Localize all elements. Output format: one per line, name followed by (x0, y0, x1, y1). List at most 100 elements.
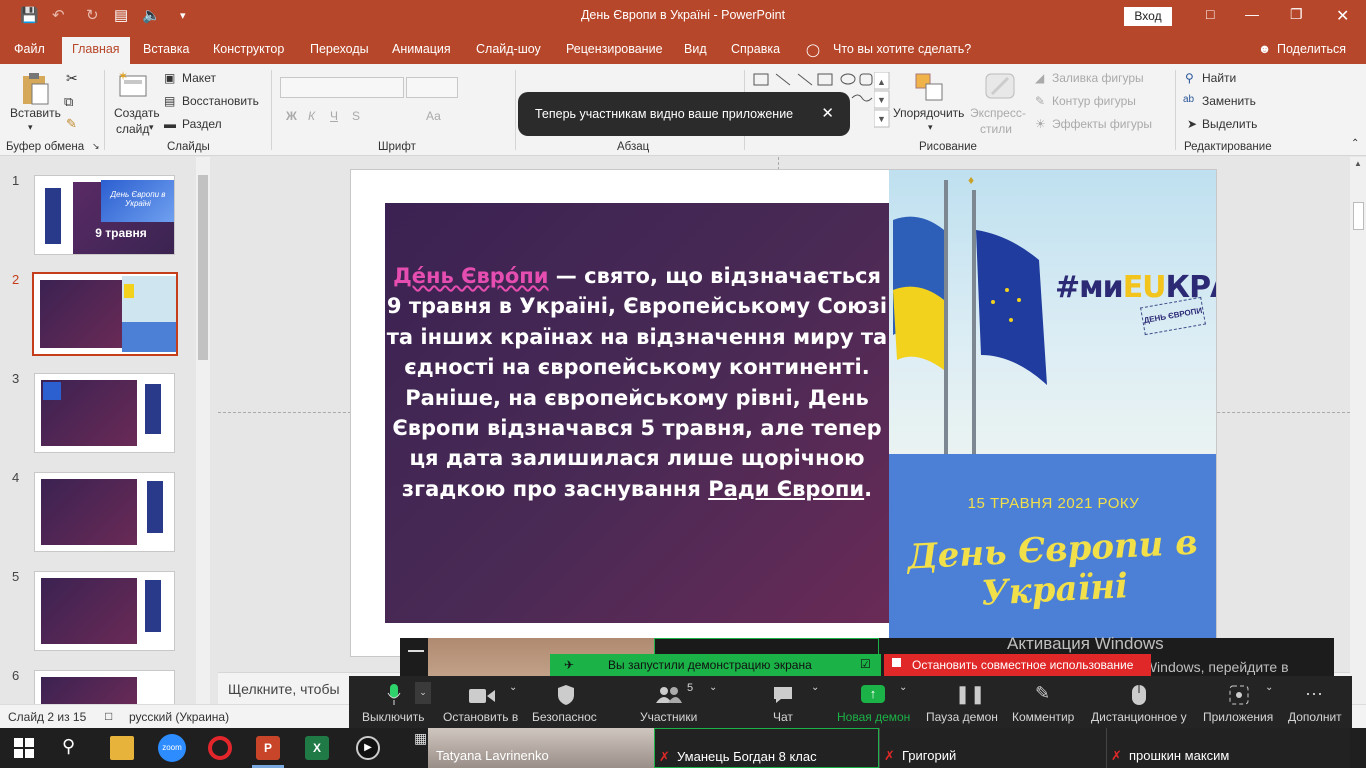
microphone-icon[interactable] (387, 684, 401, 706)
new-share-icon[interactable]: ↑ (861, 685, 885, 703)
spellcheck-icon[interactable]: □ (105, 709, 112, 723)
annotate-button[interactable]: Комментир (1012, 710, 1074, 724)
tab-view[interactable]: Вид (684, 42, 707, 56)
shape-effects-button[interactable]: Эффекты фигуры (1052, 117, 1152, 131)
thumbnails-scrollbar[interactable] (196, 157, 210, 704)
shapes-scroll[interactable]: ▲ ▼ ▼ (874, 72, 890, 128)
tab-insert[interactable]: Вставка (143, 42, 189, 56)
shape-fill-button[interactable]: Заливка фигуры (1052, 71, 1144, 85)
paste-label[interactable]: Вставить (10, 106, 61, 120)
underline-button[interactable]: Ч (330, 109, 338, 123)
toast-close-icon[interactable]: ✕ (821, 104, 834, 122)
quick-styles-label-1[interactable]: Экспресс- (970, 106, 1026, 120)
apps-button[interactable]: Приложения (1203, 710, 1273, 724)
layout-button[interactable]: Макет (182, 71, 216, 85)
minimize-video-icon[interactable] (408, 650, 424, 652)
new-share-button[interactable]: Новая демон (837, 710, 910, 724)
slide-text-box[interactable]: Де́нь Євро́пи — свято, що відзначається 9… (385, 203, 889, 623)
editor-scrollbar[interactable]: ▲ (1350, 157, 1366, 704)
shape-outline-button[interactable]: Контур фигуры (1052, 94, 1136, 108)
flags-photo[interactable]: ♦ #миEUКРАЇНА ДЕНЬ ЄВРОПИ (889, 170, 1216, 454)
restore-icon[interactable]: ❐ (1290, 6, 1303, 23)
participant-tile[interactable]: ▦ Tatyana Lavrinenko (414, 728, 654, 768)
participant-tile[interactable]: ✗ Григорий (879, 728, 1106, 768)
participant-tile[interactable]: ✗ Уманець Богдан 8 клас (654, 728, 879, 768)
remote-control-icon[interactable] (1131, 684, 1147, 706)
format-painter-icon[interactable]: ✎ (66, 116, 77, 132)
bold-button[interactable]: Ж (286, 109, 297, 123)
stop-video-button[interactable]: Остановить в (443, 710, 518, 724)
tab-file[interactable]: Файл (14, 42, 45, 56)
font-family-select[interactable] (280, 77, 404, 98)
tab-help[interactable]: Справка (731, 42, 780, 56)
new-slide-icon[interactable]: ✶ (118, 70, 150, 100)
slide-thumbnail-6[interactable] (34, 670, 175, 706)
italic-button[interactable]: К (308, 109, 315, 123)
paste-icon[interactable] (20, 70, 50, 106)
ribbon-display-icon[interactable]: □ (1206, 6, 1214, 22)
zoom-app-icon[interactable]: zoom (158, 734, 186, 762)
apps-icon[interactable] (1229, 685, 1249, 705)
participants-options-icon[interactable]: ⌄ (709, 682, 717, 693)
section-button[interactable]: Раздел (182, 117, 222, 131)
stop-share-button[interactable]: Остановить совместное использование (884, 654, 1151, 676)
paste-dropdown-icon[interactable]: ▾ (28, 122, 33, 133)
excel-icon[interactable]: X (305, 736, 329, 760)
close-icon[interactable]: ✕ (1336, 6, 1349, 26)
annotate-icon[interactable]: ✎ (1035, 683, 1050, 704)
share-options-icon[interactable]: ⌄ (899, 682, 907, 693)
chat-options-icon[interactable]: ⌄ (811, 682, 819, 693)
share-button[interactable]: Поделиться (1277, 42, 1346, 56)
slide-thumbnail-5[interactable] (34, 571, 175, 651)
tab-animations[interactable]: Анимация (392, 42, 451, 56)
tab-design[interactable]: Конструктор (213, 42, 284, 56)
media-player-icon[interactable]: ▶ (356, 736, 380, 760)
pause-share-button[interactable]: Пауза демон (926, 710, 998, 724)
collapse-ribbon-icon[interactable]: ⌃ (1351, 138, 1359, 149)
chat-icon[interactable] (772, 686, 794, 704)
tell-me-search[interactable]: Что вы хотите сделать? (833, 42, 971, 56)
slide-thumbnail-4[interactable] (34, 472, 175, 552)
tab-home[interactable]: Главная (62, 37, 130, 64)
slide-thumbnail-3[interactable] (34, 373, 175, 453)
participant-tile[interactable]: ✗ прошкин максим (1106, 728, 1350, 768)
login-button[interactable]: Вход (1124, 7, 1172, 26)
mic-options-icon[interactable]: ⌄ (415, 682, 431, 704)
slide-thumbnail-2[interactable] (32, 272, 178, 356)
tab-slideshow[interactable]: Слайд-шоу (476, 42, 541, 56)
clipboard-launcher-icon[interactable]: ↘ (92, 141, 100, 152)
notes-placeholder[interactable]: Щелкните, чтобы (228, 681, 340, 697)
language-status[interactable]: русский (Украина) (129, 710, 229, 724)
banner-image[interactable]: 15 ТРАВНЯ 2021 РОКУ День Європи в Україн… (889, 454, 1216, 656)
select-button[interactable]: Выделить (1202, 117, 1257, 131)
apps-options-icon[interactable]: ⌄ (1265, 682, 1273, 693)
powerpoint-icon[interactable]: P (256, 736, 280, 760)
shield-icon[interactable] (557, 684, 575, 706)
tab-transitions[interactable]: Переходы (310, 42, 369, 56)
grid-icon[interactable]: ▦ (414, 730, 427, 747)
cut-icon[interactable]: ✂ (66, 70, 78, 87)
mute-button[interactable]: Выключить (362, 710, 424, 724)
pause-icon[interactable]: ❚❚ (955, 684, 985, 705)
arrange-button[interactable]: Упорядочить (893, 106, 964, 120)
windows-start-icon[interactable] (12, 736, 36, 760)
more-icon[interactable]: ⋯ (1305, 684, 1323, 705)
copy-icon[interactable]: ⧉ (64, 94, 73, 110)
more-button[interactable]: Дополнит (1288, 710, 1342, 724)
quick-styles-icon[interactable] (984, 72, 1018, 102)
file-explorer-icon[interactable] (110, 736, 134, 760)
arrange-icon[interactable] (914, 72, 946, 102)
participants-button[interactable]: Участники (640, 710, 697, 724)
remote-control-button[interactable]: Дистанционное у (1091, 710, 1187, 724)
security-button[interactable]: Безопаснос (532, 710, 597, 724)
video-options-icon[interactable]: ⌄ (509, 682, 517, 693)
new-slide-label-2[interactable]: слайд (116, 122, 149, 136)
replace-button[interactable]: Заменить (1202, 94, 1256, 108)
slide-thumbnail-1[interactable]: День Європи в Україні 9 травня (34, 175, 175, 255)
arrange-dropdown-icon[interactable]: ▾ (928, 122, 933, 133)
change-case-button[interactable]: Аа (426, 109, 441, 123)
opera-icon[interactable] (208, 736, 232, 760)
minimize-icon[interactable]: — (1245, 6, 1259, 22)
video-camera-icon[interactable] (469, 688, 495, 704)
stop-share-label[interactable]: Остановить совместное использование (912, 658, 1133, 672)
